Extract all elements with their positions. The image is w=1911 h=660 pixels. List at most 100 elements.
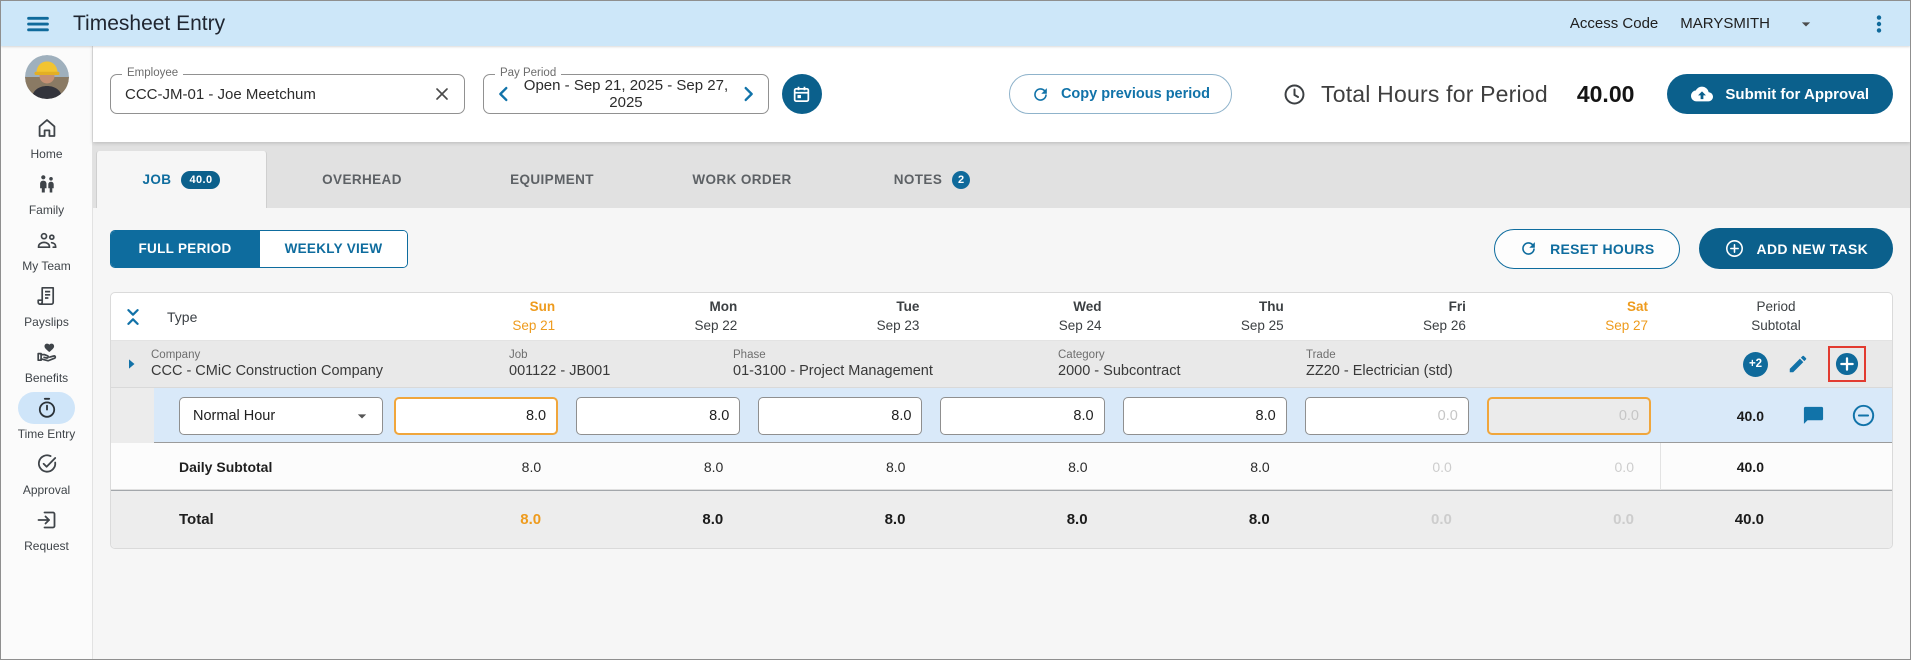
tab-job[interactable]: JOB 40.0 <box>96 151 267 208</box>
sidebar-item-approval[interactable]: Approval <box>1 448 92 503</box>
row-expander-icon[interactable] <box>111 356 151 372</box>
tab-notes[interactable]: NOTES 2 <box>837 151 1027 208</box>
sidebar-item-my-team[interactable]: My Team <box>1 224 92 279</box>
employee-field-label: Employee <box>122 67 184 79</box>
task-company: Company CCC - CMiC Construction Company <box>151 349 384 379</box>
more-fields-badge[interactable]: +2 <box>1743 351 1768 377</box>
tab-overhead[interactable]: OVERHEAD <box>267 151 457 208</box>
day-header-mon: Mon Sep 22 <box>694 298 738 333</box>
task-category: Category 2000 - Subcontract <box>1058 349 1181 379</box>
add-hour-type-highlight <box>1828 346 1866 382</box>
notes-count-badge: 2 <box>952 170 971 189</box>
pay-period-value[interactable]: Open - Sep 21, 2025 - Sep 27, 2025 <box>515 77 737 111</box>
weekly-view-toggle[interactable]: WEEKLY VIEW <box>259 230 407 267</box>
sidebar: Home Family My Team Payslips Benefits Ti… <box>1 46 93 659</box>
cloud-upload-icon <box>1691 83 1714 105</box>
avatar[interactable] <box>24 55 69 99</box>
hamburger-menu-icon[interactable] <box>25 11 51 37</box>
sidebar-item-request[interactable]: Request <box>1 504 92 559</box>
calendar-icon <box>791 84 812 105</box>
sidebar-item-payslips[interactable]: Payslips <box>1 280 92 335</box>
kebab-menu-icon[interactable] <box>1868 13 1890 35</box>
employee-field[interactable]: Employee CCC-JM-01 - Joe Meetchum <box>110 67 465 114</box>
hours-input-sun[interactable] <box>394 396 559 435</box>
request-icon <box>18 504 75 536</box>
page-title: Timesheet Entry <box>73 11 226 35</box>
daily-subtotal-label: Daily Subtotal <box>179 458 273 475</box>
next-period-icon[interactable] <box>737 83 759 105</box>
hours-input-tue[interactable] <box>758 396 923 435</box>
total-hours-label: Total Hours for Period <box>1321 80 1548 107</box>
view-toolbar: FULL PERIOD WEEKLY VIEW RESET HOURS ADD … <box>93 208 1910 281</box>
day-header-thu: Thu Sep 25 <box>1240 298 1284 333</box>
add-new-task-button[interactable]: ADD NEW TASK <box>1698 228 1893 269</box>
sidebar-item-benefits[interactable]: Benefits <box>1 336 92 391</box>
timesheet-header: Employee CCC-JM-01 - Joe Meetchum Pay Pe… <box>93 46 1910 142</box>
table-header-row: Type Sun Sep 21 Mon Sep 22 Tue Sep 23 Wed Se… <box>111 293 1892 341</box>
hours-input-thu[interactable] <box>1122 396 1287 435</box>
period-subtotal-header: Period Subtotal <box>1751 298 1801 333</box>
time-entry-icon <box>18 392 75 424</box>
day-header-sun: Sun Sep 21 <box>512 298 556 333</box>
tab-equipment[interactable]: EQUIPMENT <box>457 151 647 208</box>
day-header-wed: Wed Sep 24 <box>1058 298 1102 333</box>
hours-input-sat[interactable] <box>1486 396 1651 435</box>
edit-task-icon[interactable] <box>1787 353 1809 375</box>
task-trade: Trade ZZ20 - Electrician (std) <box>1306 349 1453 379</box>
daily-subtotal-row: Daily Subtotal 8.0 8.0 8.0 8.0 8.0 0.0 0… <box>111 443 1892 490</box>
top-bar: Timesheet Entry Access Code MARYSMITH <box>1 1 1910 46</box>
tab-work-order[interactable]: WORK ORDER <box>647 151 837 208</box>
access-code-value[interactable]: MARYSMITH <box>1680 15 1770 32</box>
sidebar-item-time-entry[interactable]: Time Entry <box>1 392 92 447</box>
home-icon <box>18 112 75 144</box>
access-code-caret-icon[interactable] <box>1796 14 1816 34</box>
employee-field-value[interactable]: CCC-JM-01 - Joe Meetchum <box>125 86 432 103</box>
period-total: 40.0 <box>1734 511 1764 528</box>
refresh-icon <box>1031 85 1050 104</box>
total-label: Total <box>179 511 214 528</box>
calendar-button[interactable] <box>781 74 822 114</box>
clear-employee-icon[interactable] <box>432 84 452 104</box>
task-phase: Phase 01-3100 - Project Management <box>733 349 933 379</box>
collapse-all-icon[interactable] <box>120 304 146 330</box>
plus-circle-outline-icon <box>1724 238 1745 259</box>
add-hour-type-icon[interactable] <box>1834 351 1860 377</box>
submit-for-approval-button[interactable]: Submit for Approval <box>1667 74 1894 114</box>
sidebar-item-family[interactable]: Family <box>1 168 92 223</box>
comment-icon[interactable] <box>1802 404 1825 427</box>
task-job: Job 001122 - JB001 <box>509 349 611 379</box>
reset-icon <box>1519 239 1538 258</box>
chevron-down-icon <box>352 406 372 426</box>
total-row: Total 8.0 8.0 8.0 8.0 8.0 0.0 0.0 40.0 <box>111 490 1892 548</box>
full-period-toggle[interactable]: FULL PERIOD <box>111 230 259 267</box>
hours-input-wed[interactable] <box>940 396 1105 435</box>
clock-icon <box>1282 82 1307 107</box>
approval-icon <box>18 448 75 480</box>
benefits-icon <box>18 336 75 368</box>
previous-period-icon[interactable] <box>493 83 515 105</box>
main-content: Employee CCC-JM-01 - Joe Meetchum Pay Pe… <box>93 46 1910 659</box>
view-toggle: FULL PERIOD WEEKLY VIEW <box>110 229 408 268</box>
tab-bar: JOB 40.0 OVERHEAD EQUIPMENT WORK ORDER N… <box>93 142 1910 208</box>
row-gutter <box>111 388 154 443</box>
copy-previous-period-button[interactable]: Copy previous period <box>1008 74 1232 114</box>
hour-type-select[interactable]: Normal Hour <box>179 396 383 435</box>
job-hours-badge: 40.0 <box>181 170 221 189</box>
entry-row-subtotal: 40.0 <box>1736 407 1764 424</box>
sidebar-item-home[interactable]: Home <box>1 112 92 167</box>
hours-input-mon[interactable] <box>576 396 741 435</box>
family-icon <box>18 168 75 200</box>
day-header-sat: Sat Sep 27 <box>1605 298 1648 333</box>
access-code-label: Access Code <box>1569 15 1659 32</box>
app-window: Timesheet Entry Access Code MARYSMITH Ho… <box>0 0 1911 660</box>
remove-row-icon[interactable] <box>1851 403 1876 428</box>
total-hours-value: 40.00 <box>1576 80 1635 107</box>
day-header-tue: Tue Sep 23 <box>876 298 920 333</box>
hours-input-fri[interactable] <box>1304 396 1469 435</box>
type-column-header: Type <box>167 308 198 325</box>
daily-subtotal-total: 40.0 <box>1659 443 1790 490</box>
reset-hours-button[interactable]: RESET HOURS <box>1494 228 1680 269</box>
timesheet-table: Type Sun Sep 21 Mon Sep 22 Tue Sep 23 Wed Se… <box>110 292 1893 549</box>
payslips-icon <box>18 280 75 312</box>
task-row: Company CCC - CMiC Construction Company … <box>111 341 1892 388</box>
